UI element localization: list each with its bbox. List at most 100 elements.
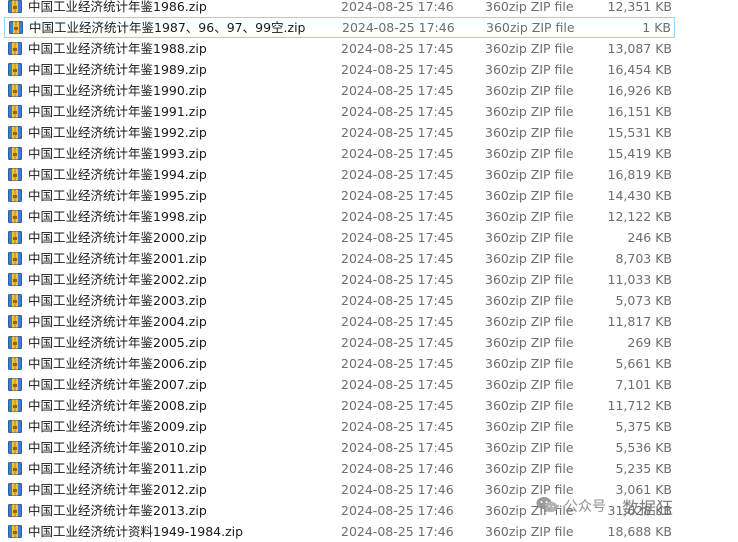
zip-archive-icon [8, 483, 22, 496]
file-date-modified: 2024-08-25 17:45 [341, 62, 454, 77]
file-type: 360zip ZIP file [485, 83, 574, 98]
zip-archive-icon [8, 63, 22, 76]
file-date-modified: 2024-08-25 17:45 [341, 398, 454, 413]
file-row[interactable]: 中国工业经济统计年鉴1994.zip 2024-08-25 17:45 360z… [0, 164, 738, 185]
file-date-modified: 2024-08-25 17:45 [341, 83, 454, 98]
file-size: 5,375 KB [615, 419, 672, 434]
file-row[interactable]: 中国工业经济统计年鉴2008.zip 2024-08-25 17:45 360z… [0, 395, 738, 416]
zip-archive-icon [8, 42, 22, 55]
file-size: 11,817 KB [607, 314, 672, 329]
file-type: 360zip ZIP file [486, 20, 575, 35]
zip-archive-icon [8, 525, 22, 538]
zip-archive-icon [8, 126, 22, 139]
zip-archive-icon [8, 336, 22, 349]
file-type: 360zip ZIP file [485, 251, 574, 266]
file-size: 18,688 KB [607, 524, 672, 539]
file-row[interactable]: 中国工业经济统计年鉴1987、96、97、99空.zip 2024-08-25 … [4, 17, 675, 38]
file-date-modified: 2024-08-25 17:45 [341, 314, 454, 329]
zip-archive-icon [8, 252, 22, 265]
file-type: 360zip ZIP file [485, 125, 574, 140]
zip-archive-icon [9, 21, 23, 34]
file-row[interactable]: 中国工业经济统计年鉴1986.zip 2024-08-25 17:46 360z… [0, 0, 738, 17]
file-size: 12,122 KB [607, 209, 672, 224]
file-date-modified: 2024-08-25 17:45 [341, 167, 454, 182]
file-type: 360zip ZIP file [485, 461, 574, 476]
file-date-modified: 2024-08-25 17:46 [341, 482, 454, 497]
file-row[interactable]: 中国工业经济统计年鉴2007.zip 2024-08-25 17:45 360z… [0, 374, 738, 395]
file-row[interactable]: 中国工业经济统计年鉴1993.zip 2024-08-25 17:45 360z… [0, 143, 738, 164]
file-row[interactable]: 中国工业经济统计年鉴2006.zip 2024-08-25 17:45 360z… [0, 353, 738, 374]
file-name: 中国工业经济统计年鉴1986.zip [28, 0, 207, 14]
file-row[interactable]: 中国工业经济统计年鉴1991.zip 2024-08-25 17:45 360z… [0, 101, 738, 122]
file-name: 中国工业经济统计年鉴2003.zip [28, 293, 207, 308]
zip-archive-icon [8, 189, 22, 202]
file-size: 13,087 KB [607, 41, 672, 56]
file-row[interactable]: 中国工业经济统计年鉴1989.zip 2024-08-25 17:45 360z… [0, 59, 738, 80]
file-row[interactable]: 中国工业经济统计年鉴2009.zip 2024-08-25 17:45 360z… [0, 416, 738, 437]
file-name: 中国工业经济统计年鉴1994.zip [28, 167, 207, 182]
file-date-modified: 2024-08-25 17:45 [341, 293, 454, 308]
file-row[interactable]: 中国工业经济统计年鉴2005.zip 2024-08-25 17:45 360z… [0, 332, 738, 353]
file-date-modified: 2024-08-25 17:45 [341, 41, 454, 56]
file-name: 中国工业经济统计年鉴2002.zip [28, 272, 207, 287]
file-row[interactable]: 中国工业经济统计年鉴2011.zip 2024-08-25 17:46 360z… [0, 458, 738, 479]
file-name: 中国工业经济统计年鉴1998.zip [28, 209, 207, 224]
file-row[interactable]: 中国工业经济统计年鉴2010.zip 2024-08-25 17:45 360z… [0, 437, 738, 458]
file-name: 中国工业经济统计年鉴2008.zip [28, 398, 207, 413]
file-type: 360zip ZIP file [485, 293, 574, 308]
wechat-watermark: 公众号 数据狂 [536, 492, 673, 520]
file-name: 中国工业经济统计年鉴2000.zip [28, 230, 207, 245]
file-date-modified: 2024-08-25 17:45 [341, 272, 454, 287]
file-type: 360zip ZIP file [485, 62, 574, 77]
file-row[interactable]: 中国工业经济统计年鉴2002.zip 2024-08-25 17:45 360z… [0, 269, 738, 290]
file-row[interactable]: 中国工业经济统计年鉴1992.zip 2024-08-25 17:45 360z… [0, 122, 738, 143]
file-type: 360zip ZIP file [485, 272, 574, 287]
file-date-modified: 2024-08-25 17:45 [341, 440, 454, 455]
file-name: 中国工业经济统计年鉴1995.zip [28, 188, 207, 203]
zip-archive-icon [8, 462, 22, 475]
file-row[interactable]: 中国工业经济统计年鉴2004.zip 2024-08-25 17:45 360z… [0, 311, 738, 332]
file-list: 中国工业经济统计年鉴1986.zip 2024-08-25 17:46 360z… [0, 0, 738, 542]
file-row[interactable]: 中国工业经济统计年鉴1998.zip 2024-08-25 17:45 360z… [0, 206, 738, 227]
file-type: 360zip ZIP file [485, 377, 574, 392]
file-row[interactable]: 中国工业经济统计年鉴1995.zip 2024-08-25 17:45 360z… [0, 185, 738, 206]
file-date-modified: 2024-08-25 17:45 [341, 209, 454, 224]
file-date-modified: 2024-08-25 17:46 [342, 20, 455, 35]
file-name: 中国工业经济统计年鉴2007.zip [28, 377, 207, 392]
file-size: 16,454 KB [607, 62, 672, 77]
file-date-modified: 2024-08-25 17:45 [341, 377, 454, 392]
watermark-account-name: 数据狂 [622, 498, 673, 519]
zip-archive-icon [8, 168, 22, 181]
file-name: 中国工业经济统计年鉴2001.zip [28, 251, 207, 266]
file-row[interactable]: 中国工业经济统计资料1949-1984.zip 2024-08-25 17:46… [0, 521, 738, 542]
file-date-modified: 2024-08-25 17:45 [341, 104, 454, 119]
file-row[interactable]: 中国工业经济统计年鉴2001.zip 2024-08-25 17:45 360z… [0, 248, 738, 269]
file-name: 中国工业经济统计年鉴2011.zip [28, 461, 207, 476]
file-type: 360zip ZIP file [485, 0, 574, 14]
zip-archive-icon [8, 294, 22, 307]
file-date-modified: 2024-08-25 17:45 [341, 146, 454, 161]
file-size: 14,430 KB [607, 188, 672, 203]
file-name: 中国工业经济统计年鉴2004.zip [28, 314, 207, 329]
file-type: 360zip ZIP file [485, 146, 574, 161]
file-name: 中国工业经济统计年鉴1987、96、97、99空.zip [29, 20, 306, 35]
file-date-modified: 2024-08-25 17:45 [341, 356, 454, 371]
file-size: 11,712 KB [607, 398, 672, 413]
file-name: 中国工业经济统计年鉴1993.zip [28, 146, 207, 161]
file-size: 5,661 KB [615, 356, 672, 371]
file-name: 中国工业经济统计年鉴1989.zip [28, 62, 207, 77]
file-row[interactable]: 中国工业经济统计年鉴2003.zip 2024-08-25 17:45 360z… [0, 290, 738, 311]
file-name: 中国工业经济统计年鉴1992.zip [28, 125, 207, 140]
file-size: 15,419 KB [607, 146, 672, 161]
zip-archive-icon [8, 315, 22, 328]
file-row[interactable]: 中国工业经济统计年鉴2000.zip 2024-08-25 17:45 360z… [0, 227, 738, 248]
file-size: 5,536 KB [615, 440, 672, 455]
file-type: 360zip ZIP file [485, 104, 574, 119]
file-row[interactable]: 中国工业经济统计年鉴1988.zip 2024-08-25 17:45 360z… [0, 38, 738, 59]
file-date-modified: 2024-08-25 17:45 [341, 251, 454, 266]
zip-archive-icon [8, 357, 22, 370]
file-name: 中国工业经济统计年鉴1991.zip [28, 104, 207, 119]
file-size: 269 KB [627, 335, 672, 350]
file-row[interactable]: 中国工业经济统计年鉴1990.zip 2024-08-25 17:45 360z… [0, 80, 738, 101]
file-type: 360zip ZIP file [485, 314, 574, 329]
